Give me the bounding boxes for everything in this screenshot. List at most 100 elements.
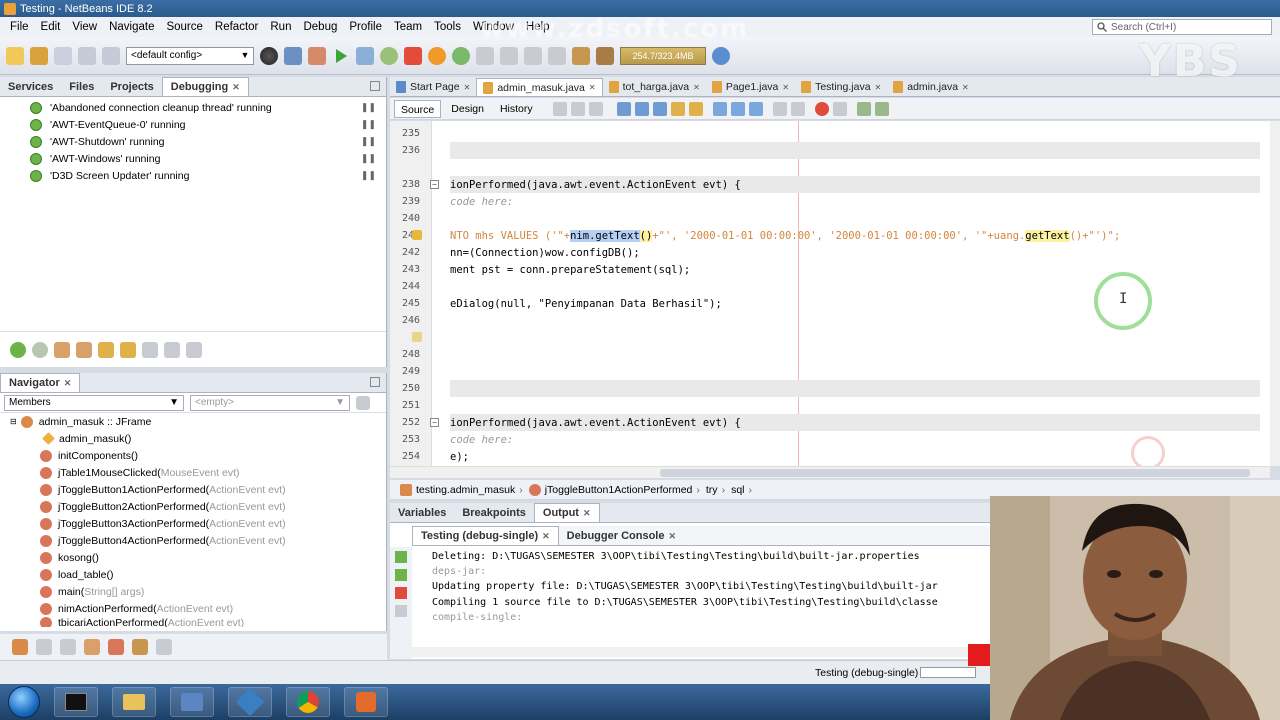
new-project-icon[interactable]: [30, 46, 48, 65]
tab-breakpoints[interactable]: Breakpoints: [454, 504, 534, 522]
menu-team[interactable]: Team: [388, 17, 428, 37]
pause-icon[interactable]: ❚❚: [361, 170, 376, 181]
tab-navigator[interactable]: Navigator ✕: [0, 373, 81, 392]
taskbar-netbeans[interactable]: [228, 687, 272, 717]
list-item[interactable]: initComponents(): [0, 447, 386, 464]
suspend-thread-icon[interactable]: [32, 341, 48, 358]
pause-icon[interactable]: ❚❚: [361, 119, 376, 130]
lock-icon[interactable]: [98, 341, 114, 358]
run-to-cursor-icon[interactable]: [548, 46, 566, 65]
find-next-icon[interactable]: [652, 101, 667, 116]
resume-thread-icon[interactable]: [10, 341, 26, 358]
globe-icon[interactable]: [260, 46, 278, 65]
windows-start-icon[interactable]: [8, 686, 40, 718]
menu-debug[interactable]: Debug: [297, 17, 343, 37]
filter-nonpublic-icon[interactable]: [60, 639, 76, 655]
search-input[interactable]: Search (Ctrl+I): [1092, 19, 1272, 35]
close-icon[interactable]: ✕: [464, 83, 471, 92]
step-into-icon[interactable]: [500, 46, 518, 65]
close-icon[interactable]: ✕: [668, 531, 676, 541]
menu-refactor[interactable]: Refactor: [209, 17, 264, 37]
menu-source[interactable]: Source: [160, 17, 208, 37]
undo-icon[interactable]: [78, 46, 96, 65]
open-project-icon[interactable]: [54, 46, 72, 65]
tab-variables[interactable]: Variables: [390, 504, 454, 522]
breadcrumb-item[interactable]: testing.admin_masuk ›: [400, 483, 523, 496]
toggle-rect-icon[interactable]: [688, 101, 703, 116]
tab-history[interactable]: History: [494, 100, 539, 118]
gc-icon[interactable]: [712, 46, 730, 65]
new-file-icon[interactable]: [6, 46, 24, 65]
pause-icon[interactable]: ❚❚: [361, 136, 376, 147]
taskbar-cmd[interactable]: [54, 687, 98, 717]
tab-testing-debug[interactable]: Testing (debug-single) ✕: [412, 526, 559, 545]
thread-item[interactable]: 'AWT-EventQueue-0' running ❚❚: [0, 116, 386, 133]
settings-icon[interactable]: [395, 605, 407, 617]
menu-run[interactable]: Run: [264, 17, 297, 37]
close-icon[interactable]: ✕: [232, 82, 240, 92]
forward-icon[interactable]: [588, 101, 603, 116]
step-over-icon[interactable]: [476, 46, 494, 65]
uncomment-icon[interactable]: [874, 101, 889, 116]
tab-start-page[interactable]: Start Page ✕: [390, 78, 476, 96]
list-item[interactable]: jToggleButton2ActionPerformed(ActionEven…: [0, 498, 386, 515]
stop-icon[interactable]: [395, 587, 407, 599]
step-out-icon[interactable]: [524, 46, 542, 65]
taskbar-explorer[interactable]: [112, 687, 156, 717]
menu-navigate[interactable]: Navigate: [103, 17, 160, 37]
tab-files[interactable]: Files: [61, 78, 102, 96]
thread-item[interactable]: 'AWT-Windows' running ❚❚: [0, 150, 386, 167]
list-item[interactable]: nimActionPerformed(ActionEvent evt): [0, 600, 386, 617]
stop-icon[interactable]: [404, 46, 422, 65]
shift-right-icon[interactable]: [790, 101, 805, 116]
list-item[interactable]: jToggleButton1ActionPerformed(ActionEven…: [0, 481, 386, 498]
thread-item[interactable]: 'Abandoned connection cleanup thread' ru…: [0, 99, 386, 116]
navigator-root[interactable]: ⊟ admin_masuk :: JFrame: [0, 413, 386, 430]
filter-static-icon[interactable]: [36, 639, 52, 655]
pause-icon[interactable]: ❚❚: [361, 102, 376, 113]
pause-icon[interactable]: [428, 46, 446, 65]
comment-icon[interactable]: [856, 101, 871, 116]
toggle-highlight-icon[interactable]: [670, 101, 685, 116]
close-icon[interactable]: ✕: [583, 508, 591, 518]
tab-output[interactable]: Output ✕: [533, 503, 600, 522]
next-bookmark-icon[interactable]: [730, 101, 745, 116]
output-horizontal-scrollbar[interactable]: [412, 647, 990, 657]
monitor-icon[interactable]: [120, 341, 136, 358]
clean-build-icon[interactable]: [308, 46, 326, 65]
config-select[interactable]: <default config> ▼: [126, 46, 254, 65]
close-icon[interactable]: ✕: [693, 83, 700, 92]
start-macro-icon[interactable]: [814, 101, 829, 116]
members-select[interactable]: Members ▼: [4, 394, 184, 411]
list-item[interactable]: jToggleButton4ActionPerformed(ActionEven…: [0, 532, 386, 549]
build-icon[interactable]: [284, 46, 302, 65]
expand-icon[interactable]: [186, 341, 202, 358]
redo-icon[interactable]: [102, 46, 120, 65]
breadcrumb-item[interactable]: sql ›: [731, 484, 752, 496]
tab-admin[interactable]: admin.java ✕: [887, 78, 974, 96]
close-icon[interactable]: ✕: [962, 83, 969, 92]
editor-horizontal-scrollbar[interactable]: [390, 466, 1270, 478]
tab-services[interactable]: Services: [0, 78, 61, 96]
back-icon[interactable]: [570, 101, 585, 116]
apply-changes-icon[interactable]: [572, 46, 590, 65]
thread-item[interactable]: 'D3D Screen Updater' running ❚❚: [0, 167, 386, 184]
close-icon[interactable]: ✕: [542, 531, 550, 541]
menu-help[interactable]: Help: [520, 17, 556, 37]
hint-icon[interactable]: [412, 230, 422, 240]
fold-icon[interactable]: −: [430, 180, 439, 189]
code-editor[interactable]: 235 236 238 − ionPerformed(java.awt.event.…: [390, 121, 1270, 466]
debug-icon[interactable]: [356, 46, 374, 65]
find-icon[interactable]: [616, 101, 631, 116]
fold-icon[interactable]: −: [430, 418, 439, 427]
sort-source-icon[interactable]: [132, 639, 148, 655]
sort-name-icon[interactable]: [156, 639, 172, 655]
toggle-bookmark-icon[interactable]: [748, 101, 763, 116]
taskbar-chrome[interactable]: [286, 687, 330, 717]
taskbar-app[interactable]: [170, 687, 214, 717]
scroll-thumb[interactable]: [660, 469, 1250, 477]
menu-view[interactable]: View: [66, 17, 103, 37]
tab-tot-harga[interactable]: tot_harga.java ✕: [603, 78, 706, 96]
menu-window[interactable]: Window: [467, 17, 520, 37]
options-icon[interactable]: [164, 341, 180, 358]
